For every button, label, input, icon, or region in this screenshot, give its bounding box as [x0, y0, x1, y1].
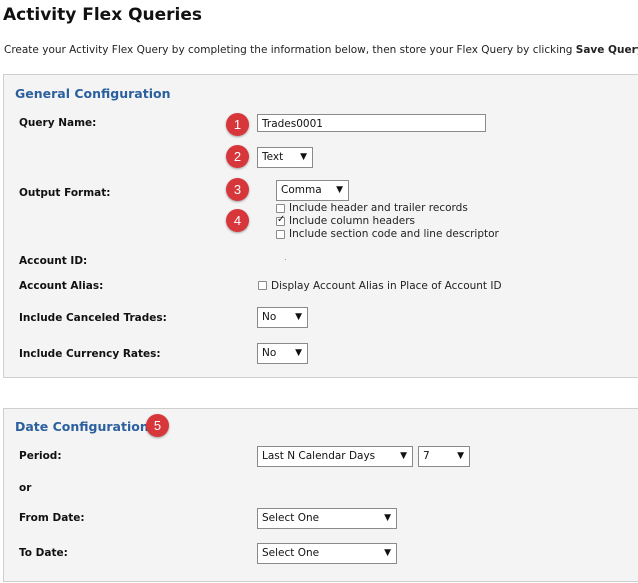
- include-currency-rates-label: Include Currency Rates:: [19, 348, 161, 360]
- account-id-value-placeholder: [285, 259, 286, 260]
- account-id-label: Account ID:: [19, 255, 88, 267]
- annotation-badge-3: 3: [226, 178, 249, 201]
- from-date-label: From Date:: [19, 512, 85, 524]
- include-canceled-trades-select[interactable]: No ▼: [257, 307, 308, 328]
- annotation-badge-4: 4: [226, 209, 249, 232]
- date-configuration-panel: Date Configuration Period: Last N Calend…: [3, 408, 638, 582]
- general-configuration-title: General Configuration: [15, 86, 171, 101]
- annotation-badge-1: 1: [226, 113, 249, 136]
- query-name-input[interactable]: Trades0001: [257, 114, 486, 132]
- annotation-badge-2: 2: [226, 145, 249, 168]
- include-canceled-trades-value: No: [262, 311, 277, 323]
- format-type-value: Text: [262, 151, 284, 163]
- output-format-label: Output Format:: [19, 187, 111, 199]
- period-n-select[interactable]: 7 ▼: [418, 446, 470, 467]
- include-currency-rates-select[interactable]: No ▼: [257, 343, 308, 364]
- include-header-trailer-checkbox[interactable]: [276, 204, 285, 213]
- include-column-headers-label: Include column headers: [289, 215, 416, 227]
- triangle-down-icon: ▼: [295, 348, 302, 358]
- intro-text: Create your Activity Flex Query by compl…: [4, 44, 638, 56]
- triangle-down-icon: ▼: [400, 451, 407, 461]
- triangle-down-icon: ▼: [336, 185, 343, 195]
- triangle-down-icon: ▼: [457, 451, 464, 461]
- save-query-reference: Save Query: [575, 44, 638, 56]
- format-type-select[interactable]: Text ▼: [257, 147, 313, 168]
- query-name-label: Query Name:: [19, 117, 97, 129]
- date-configuration-title: Date Configuration: [15, 419, 149, 434]
- include-section-code-label: Include section code and line descriptor: [289, 228, 499, 240]
- to-date-label: To Date:: [19, 547, 68, 559]
- or-label: or: [19, 482, 32, 494]
- include-currency-rates-value: No: [262, 347, 277, 359]
- include-section-code-checkbox[interactable]: [276, 230, 285, 239]
- delimiter-value: Comma: [281, 184, 322, 196]
- intro-text-main: Create your Activity Flex Query by compl…: [4, 44, 576, 56]
- triangle-down-icon: ▼: [295, 312, 302, 322]
- page-title: Activity Flex Queries: [3, 5, 203, 25]
- account-alias-checkbox[interactable]: [258, 281, 267, 290]
- period-select[interactable]: Last N Calendar Days ▼: [257, 446, 413, 467]
- triangle-down-icon: ▼: [300, 152, 307, 162]
- include-canceled-trades-label: Include Canceled Trades:: [19, 312, 167, 324]
- annotation-badge-5: 5: [146, 414, 169, 437]
- delimiter-select[interactable]: Comma ▼: [276, 180, 349, 201]
- include-header-trailer-label: Include header and trailer records: [289, 202, 468, 214]
- triangle-down-icon: ▼: [384, 548, 391, 558]
- period-label: Period:: [19, 450, 62, 462]
- period-value: Last N Calendar Days: [262, 450, 376, 462]
- to-date-value: Select One: [262, 547, 320, 559]
- to-date-select[interactable]: Select One ▼: [257, 543, 397, 564]
- triangle-down-icon: ▼: [384, 513, 391, 523]
- account-alias-checkbox-label: Display Account Alias in Place of Accoun…: [271, 280, 502, 292]
- from-date-select[interactable]: Select One ▼: [257, 508, 397, 529]
- from-date-value: Select One: [262, 512, 320, 524]
- period-n-value: 7: [423, 450, 430, 462]
- general-configuration-panel: General Configuration Query Name: Trades…: [3, 74, 638, 378]
- include-column-headers-checkbox[interactable]: [276, 214, 285, 226]
- account-alias-label: Account Alias:: [19, 280, 104, 292]
